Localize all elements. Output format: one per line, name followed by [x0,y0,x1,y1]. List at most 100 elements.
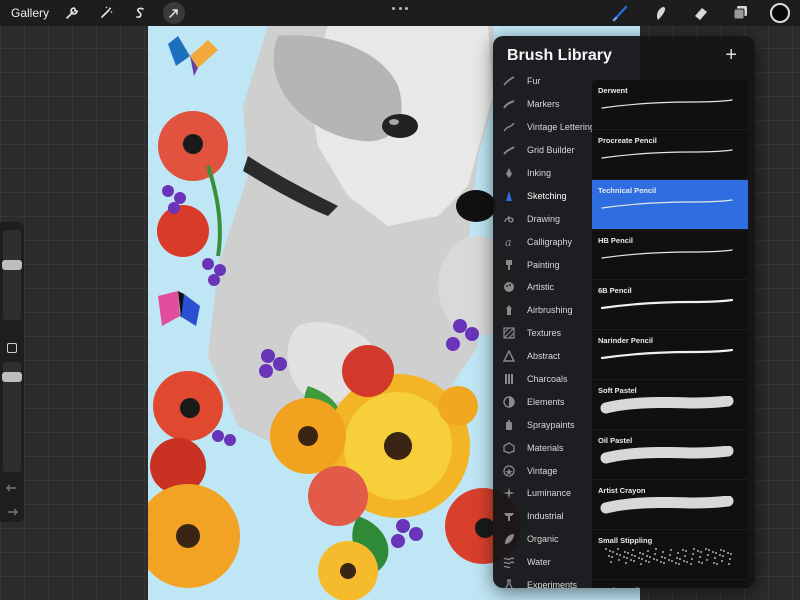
brush-size-thumb[interactable] [2,260,22,270]
airbrushing-icon [503,304,515,316]
luminance-icon [503,487,515,500]
brush-category-elements[interactable]: Elements [493,390,593,413]
brush-category-label: Drawing [527,213,561,224]
brush-name: Hard Pencil [598,586,639,588]
brush-category-abstract[interactable]: Abstract [493,345,593,368]
brush-category-inking[interactable]: Inking [493,162,593,185]
redo-icon[interactable] [6,504,18,522]
brush-procreate-pencil[interactable]: Procreate Pencil [592,130,748,180]
industrial-icon [503,510,515,522]
brush-category-label: Industrial [527,511,564,522]
brush-category-industrial[interactable]: Industrial [493,505,593,528]
brush-category-airbrushing[interactable]: Airbrushing [493,299,593,322]
brush-stroke-preview [601,99,733,109]
gallery-button[interactable]: Gallery [11,6,49,20]
brush-small-stippling[interactable]: Small Stippling [592,530,748,580]
brush-name: 6B Pencil [598,286,632,295]
transform-arrow-icon[interactable] [163,2,186,24]
brush-soft-pastel[interactable]: Soft Pastel [592,380,748,430]
brush-category-luminance[interactable]: Luminance [493,482,593,505]
brush-category-spraypaints[interactable]: Spraypaints [493,413,593,436]
brush-stroke-preview [601,199,733,209]
brush-category-charcoals[interactable]: Charcoals [493,368,593,391]
experiments-icon [503,579,515,588]
grid-builder-icon [503,144,515,156]
brush-category-calligraphy[interactable]: a Calligraphy [493,230,593,253]
brush-category-vintage-lettering[interactable]: Vintage Lettering [493,116,595,139]
brush-stroke-preview [605,548,732,565]
brush-list: Derwent Procreate Pencil Technical Pencil H… [592,80,748,588]
brush-category-organic[interactable]: Organic [493,528,593,551]
artistic-icon [503,281,515,293]
brush-stroke-preview [600,298,734,310]
brush-category-label: Grid Builder [527,145,575,156]
brush-library-title: Brush Library [507,47,612,64]
brush-narinder-pencil[interactable]: Narinder Pencil [592,330,748,380]
svg-text:a: a [505,236,512,248]
brush-name: Technical Pencil [598,186,657,195]
brush-category-grid-builder[interactable]: Grid Builder [493,139,593,162]
top-toolbar: Gallery [0,0,800,26]
brush-artist-crayon[interactable]: Artist Crayon [592,480,748,530]
brush-category-label: Organic [527,534,559,545]
abstract-icon [503,350,515,362]
calligraphy-icon: a [503,236,515,248]
brush-category-label: Inking [527,168,552,178]
brush-category-label: Vintage [527,465,558,476]
brush-hard-pencil[interactable]: Hard Pencil [592,580,748,588]
elements-icon [503,396,515,408]
brush-category-markers[interactable]: Markers [493,93,593,116]
add-brush-button[interactable]: + [725,45,737,65]
brush-oil-pastel[interactable]: Oil Pastel [592,430,748,480]
brush-hb-pencil[interactable]: HB Pencil [592,230,748,280]
brush-name: Procreate Pencil [598,136,657,145]
more-options-icon[interactable] [392,4,408,12]
brush-category-label: Painting [527,259,560,270]
brush-category-artistic[interactable]: Artistic [493,276,593,299]
materials-icon [503,441,515,454]
brush-6b-pencil[interactable]: 6B Pencil [592,280,748,330]
brush-category-drawing[interactable]: Drawing [493,207,593,230]
brush-stroke-preview [600,396,734,414]
brush-category-label: Materials [527,442,564,453]
brush-icon[interactable] [610,2,632,24]
brush-category-label: Markers [527,99,560,110]
undo-icon[interactable] [6,480,18,498]
opacity-thumb[interactable] [2,372,22,382]
brush-name: Soft Pastel [598,386,637,395]
eraser-icon[interactable] [690,2,712,24]
brush-category-fur[interactable]: Fur [493,70,593,93]
brush-category-label: Airbrushing [527,305,573,316]
modify-button[interactable] [7,343,17,353]
brush-category-label: Luminance [527,488,572,499]
brush-category-water[interactable]: Water [493,551,593,574]
brush-name: Artist Crayon [598,486,646,495]
charcoals-icon [503,373,515,385]
brush-stroke-preview [601,149,733,159]
layers-icon[interactable] [730,2,752,24]
organic-icon [503,533,515,545]
brush-technical-pencil[interactable]: Technical Pencil [592,180,748,230]
brush-category-label: Water [527,557,551,568]
brush-category-painting[interactable]: Painting [493,253,593,276]
brush-category-vintage[interactable]: Vintage [493,459,593,482]
brush-category-experiments[interactable]: Experiments [493,574,593,588]
brush-category-label: Sketching [527,190,567,201]
selection-icon[interactable] [129,2,151,24]
brush-size-slider[interactable] [3,230,21,320]
brush-category-label: Vintage Lettering [527,122,595,133]
wrench-icon[interactable] [61,2,83,24]
smudge-icon[interactable] [650,2,672,24]
vintage-lettering-icon [503,121,515,133]
brush-category-textures[interactable]: Textures [493,322,593,345]
brush-category-sketching[interactable]: Sketching [493,184,593,207]
brush-derwent[interactable]: Derwent [592,80,748,130]
brush-category-materials[interactable]: Materials [493,436,593,459]
fur-icon [503,75,515,87]
inking-icon [503,167,515,179]
vintage-icon [503,464,515,477]
magic-wand-icon[interactable] [95,2,117,24]
left-sidebar [0,222,24,522]
color-picker-button[interactable] [770,3,790,23]
sketching-icon [503,190,515,202]
